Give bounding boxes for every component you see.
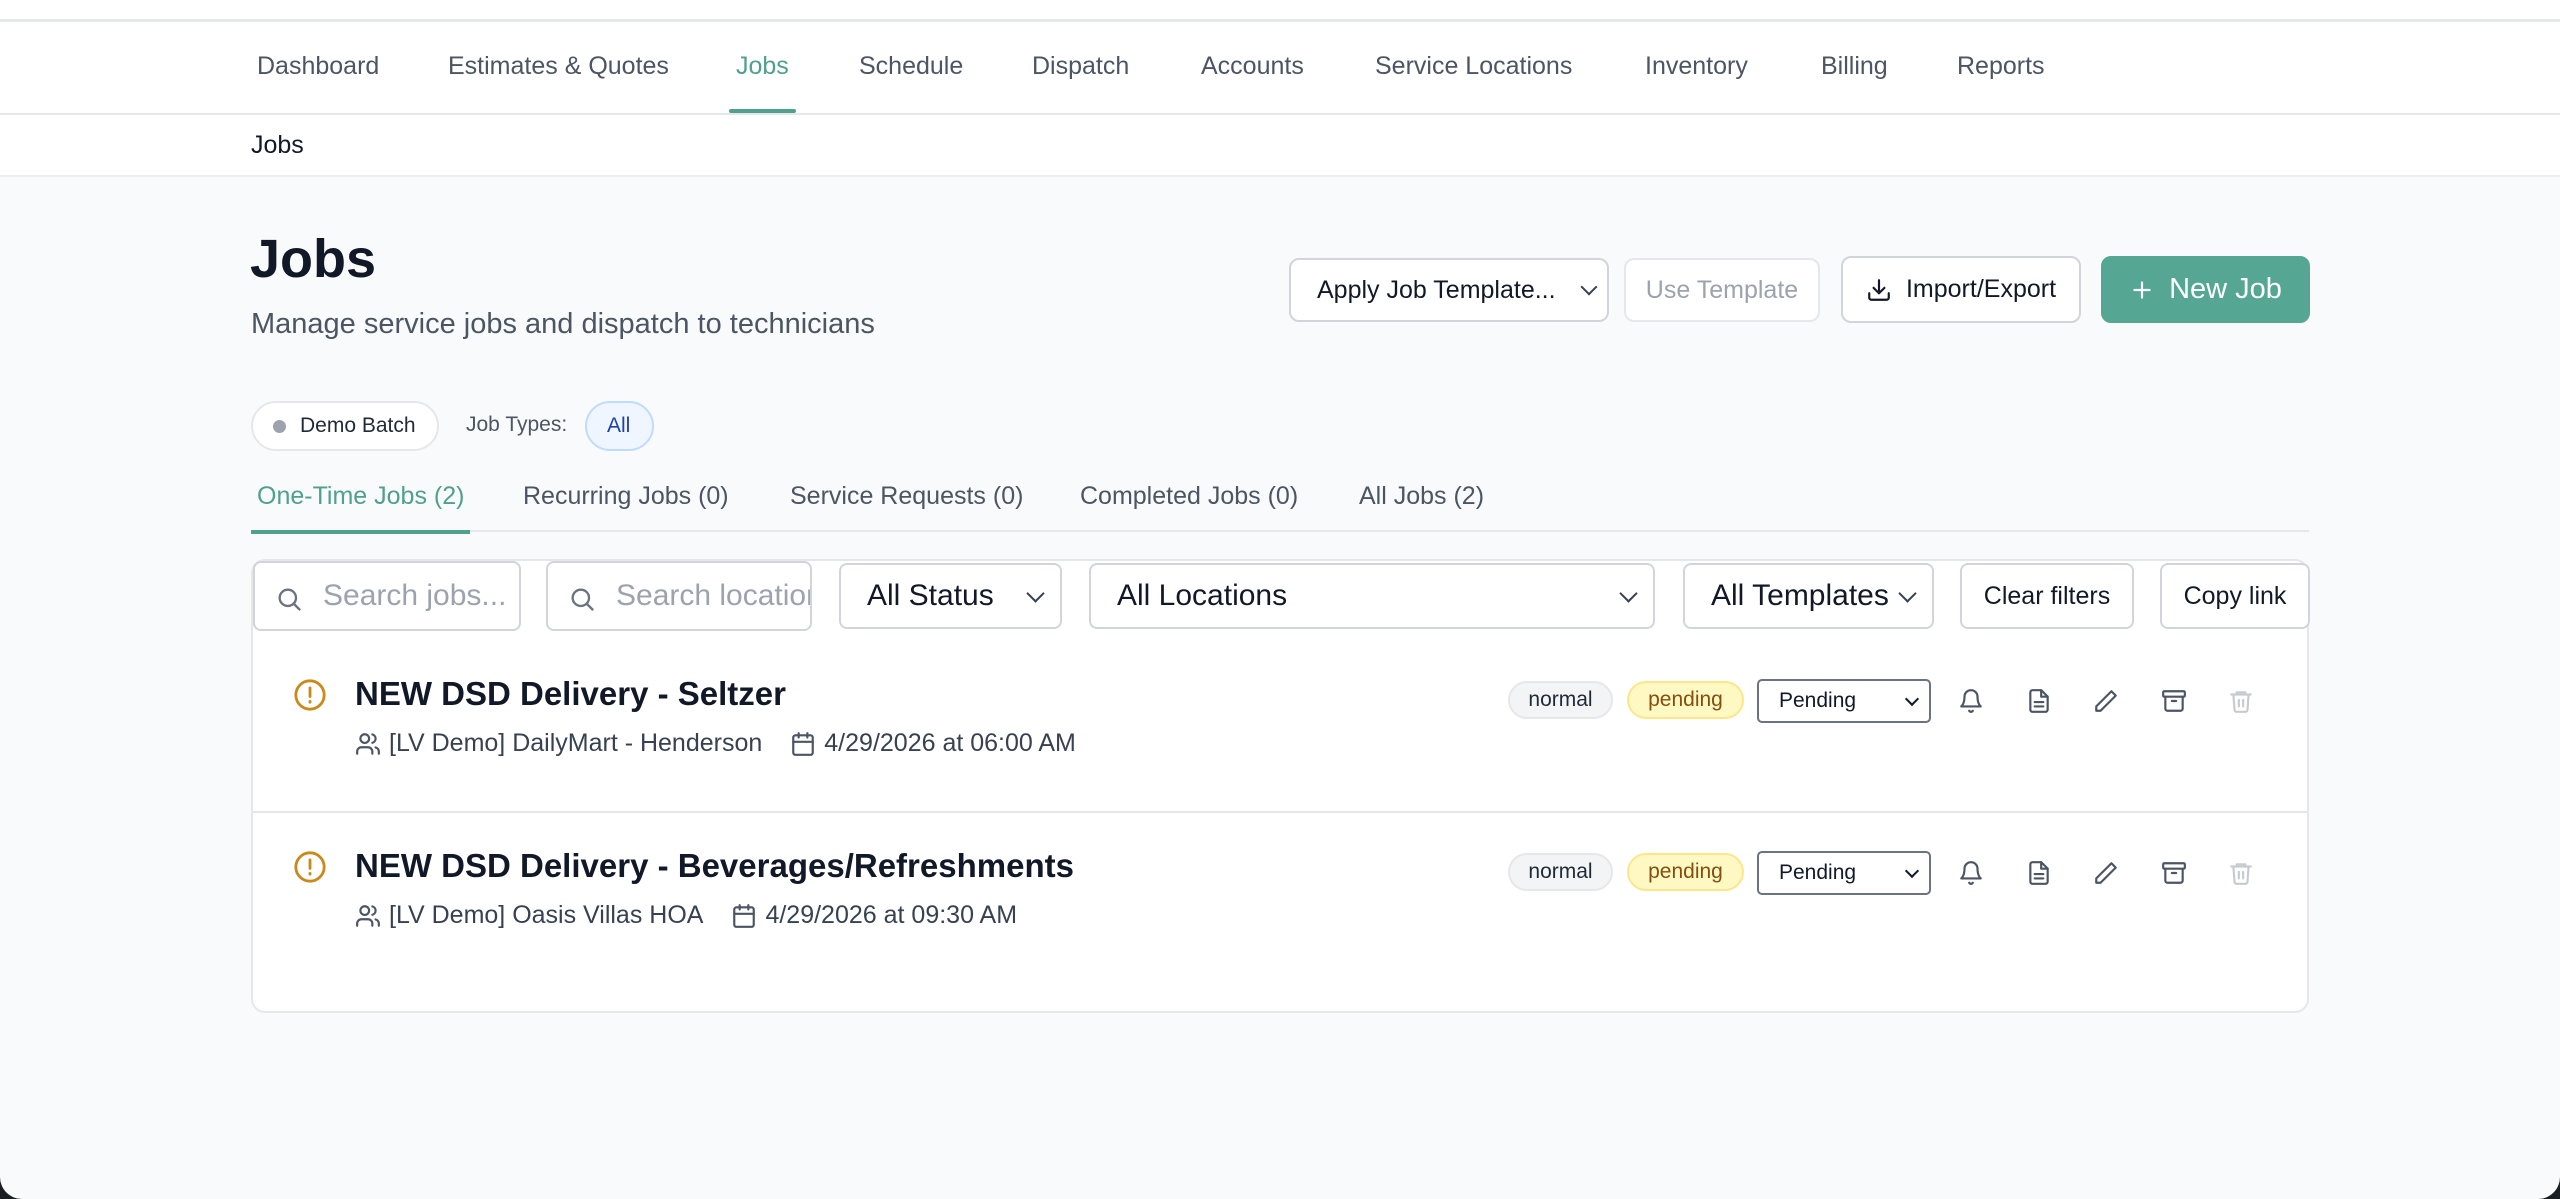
job-datetime: 4/29/2026 at 09:30 AM [765,901,1018,929]
users-icon [355,731,381,757]
bell-icon[interactable] [1956,686,1986,716]
chevron-down-icon [1580,278,1598,296]
status-filter-value: All Status [867,579,994,612]
new-job-button[interactable]: New Job [2101,256,2310,323]
job-title[interactable]: NEW DSD Delivery - Seltzer [355,675,786,713]
breadcrumb-bar: Jobs [0,115,2560,177]
locations-filter-value: All Locations [1117,579,1288,612]
copy-link-button[interactable]: Copy link [2160,563,2310,629]
breadcrumb: Jobs [251,131,304,159]
use-template-button[interactable]: Use Template [1624,258,1820,322]
archive-icon[interactable] [2159,686,2189,716]
apply-job-template-select[interactable]: Apply Job Template... [1289,258,1609,322]
search-locations-placeholder: Search locations... [616,579,810,612]
clear-filters-button[interactable]: Clear filters [1960,563,2134,629]
nav-reports[interactable]: Reports [1950,22,2052,113]
tab-recurring-jobs[interactable]: Recurring Jobs (0) [517,470,735,532]
nav-dispatch[interactable]: Dispatch [1025,22,1136,113]
nav-service-locations[interactable]: Service Locations [1368,22,1579,113]
job-account: [LV Demo] Oasis Villas HOA [389,901,704,929]
status-badge: pending [1627,681,1744,719]
demo-batch-pill[interactable]: Demo Batch [251,401,439,451]
job-account: [LV Demo] DailyMart - Henderson [389,729,763,757]
nav-inventory[interactable]: Inventory [1638,22,1755,113]
job-types-all-pill[interactable]: All [585,401,654,451]
search-jobs-placeholder: Search jobs... [323,579,507,612]
chevron-down-icon [1898,584,1917,603]
job-tabs: One-Time Jobs (2) Recurring Jobs (0) Ser… [251,470,2309,534]
job-row[interactable]: NEW DSD Delivery - Seltzer [LV Demo] Dai… [253,643,2307,813]
job-datetime: 4/29/2026 at 06:00 AM [824,729,1076,757]
job-types-label: Job Types: [466,413,568,436]
status-badge: pending [1627,853,1744,891]
tab-all-jobs[interactable]: All Jobs (2) [1353,470,1490,532]
search-icon [275,585,303,621]
templates-filter-select[interactable]: All Templates [1683,563,1934,629]
job-status-select[interactable]: Pending [1757,851,1931,895]
job-status-value: Pending [1779,861,1857,884]
job-meta: [LV Demo] Oasis Villas HOA 4/29/2026 at … [355,901,1017,930]
nav-jobs[interactable]: Jobs [729,22,796,113]
batch-dot-icon [273,419,286,433]
bell-icon[interactable] [1956,858,1986,888]
tab-service-requests[interactable]: Service Requests (0) [784,470,1029,532]
document-icon[interactable] [2024,858,2054,888]
chevron-down-icon [1026,584,1045,603]
nav-accounts[interactable]: Accounts [1194,22,1311,113]
nav-estimates-quotes[interactable]: Estimates & Quotes [441,22,676,113]
plus-icon [2129,277,2155,303]
job-status-select[interactable]: Pending [1757,679,1931,723]
calendar-icon [790,731,816,757]
new-job-label: New Job [2169,273,2282,305]
demo-batch-label: Demo Batch [300,414,416,437]
import-export-button[interactable]: Import/Export [1841,256,2081,323]
tab-completed-jobs[interactable]: Completed Jobs (0) [1074,470,1304,532]
templates-filter-value: All Templates [1711,579,1889,612]
users-icon [355,903,381,929]
chevron-down-icon [1904,691,1920,707]
page-title: Jobs [250,229,377,289]
job-title[interactable]: NEW DSD Delivery - Beverages/Refreshment… [355,847,1074,885]
jobs-card: Search jobs... Search locations... All S… [251,559,2310,1013]
alert-circle-icon [293,678,327,717]
page-subtitle: Manage service jobs and dispatch to tech… [251,308,875,340]
calendar-icon [731,903,757,929]
nav-billing[interactable]: Billing [1814,22,1895,113]
job-row[interactable]: NEW DSD Delivery - Beverages/Refreshment… [253,815,2307,985]
download-icon [1866,277,1892,303]
trash-icon[interactable] [2226,858,2256,888]
alert-circle-icon [293,850,327,889]
search-icon [568,585,596,621]
priority-badge: normal [1508,853,1613,891]
tab-one-time-jobs[interactable]: One-Time Jobs (2) [251,470,471,534]
job-meta: [LV Demo] DailyMart - Henderson 4/29/202… [355,729,1076,758]
top-navigation: Dashboard Estimates & Quotes Jobs Schedu… [0,22,2560,115]
chevron-down-icon [1904,863,1920,879]
nav-schedule[interactable]: Schedule [852,22,970,113]
status-filter-select[interactable]: All Status [839,563,1062,629]
locations-filter-select[interactable]: All Locations [1089,563,1655,629]
window-top-strip [0,0,2560,22]
priority-badge: normal [1508,681,1613,719]
apply-job-template-label: Apply Job Template... [1317,275,1556,304]
archive-icon[interactable] [2159,858,2189,888]
pencil-icon[interactable] [2091,686,2121,716]
search-locations-input[interactable]: Search locations... [546,561,812,631]
trash-icon[interactable] [2226,686,2256,716]
import-export-label: Import/Export [1905,275,2057,303]
pencil-icon[interactable] [2091,858,2121,888]
document-icon[interactable] [2024,686,2054,716]
chevron-down-icon [1619,584,1638,603]
search-jobs-input[interactable]: Search jobs... [253,561,521,631]
job-status-value: Pending [1779,689,1857,712]
nav-dashboard[interactable]: Dashboard [250,22,386,113]
app-window: Dashboard Estimates & Quotes Jobs Schedu… [0,0,2560,1199]
